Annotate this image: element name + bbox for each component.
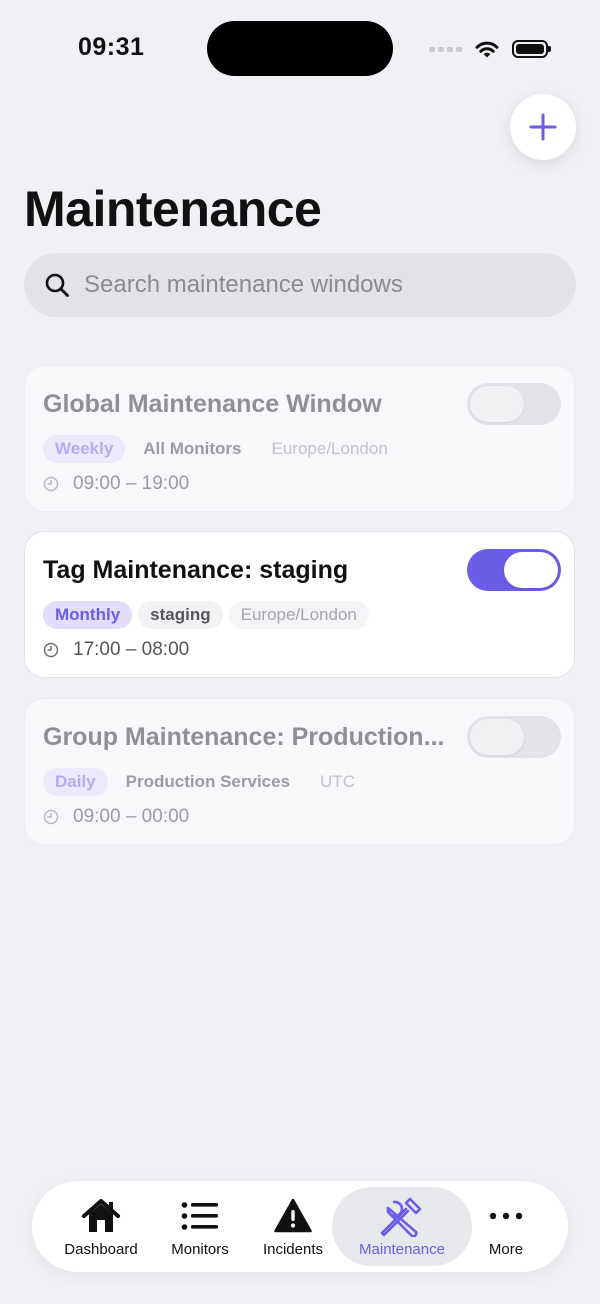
time-range: 09:00 – 19:00 [43, 473, 189, 495]
time-range-text: 09:00 – 00:00 [73, 806, 190, 827]
battery-icon [512, 40, 551, 58]
enabled-toggle[interactable] [467, 549, 561, 591]
enabled-toggle[interactable] [467, 383, 561, 425]
tag-row: Weekly All Monitors Europe/London [43, 435, 400, 463]
tab-maintenance[interactable]: Maintenance [332, 1187, 472, 1266]
maintenance-title: Group Maintenance: Production... [43, 723, 445, 751]
scope-badge: All Monitors [143, 439, 242, 458]
tab-label: Incidents [262, 1241, 324, 1258]
timezone-badge: Europe/London [228, 601, 369, 629]
search-input[interactable] [84, 271, 524, 299]
maintenance-title: Global Maintenance Window [43, 390, 382, 418]
status-icons [429, 36, 551, 62]
search-icon [44, 272, 70, 298]
list-icon [181, 1197, 219, 1235]
time-range-text: 09:00 – 19:00 [73, 473, 190, 494]
add-maintenance-button[interactable] [510, 94, 576, 160]
frequency-badge: Monthly [43, 601, 133, 629]
scope-badge: Production Services [125, 772, 291, 791]
tab-label: Maintenance [359, 1241, 445, 1258]
tab-dashboard[interactable]: Dashboard [52, 1187, 150, 1266]
enabled-toggle[interactable] [467, 716, 561, 758]
ellipsis-icon [489, 1197, 523, 1235]
tab-label: Dashboard [64, 1241, 138, 1258]
timezone-badge: Europe/London [271, 439, 388, 458]
tab-label: More [488, 1241, 524, 1258]
wifi-icon [475, 41, 499, 58]
time-range: 09:00 – 00:00 [43, 806, 189, 828]
search-bar[interactable] [24, 253, 576, 317]
dynamic-island [207, 21, 393, 76]
tab-incidents[interactable]: Incidents [250, 1187, 336, 1266]
maintenance-card[interactable]: Group Maintenance: Production... Daily P… [24, 698, 575, 845]
frequency-badge: Daily [43, 768, 108, 796]
tag-row: Monthly staging Europe/London [43, 601, 369, 629]
cellular-signal-icon [429, 46, 462, 52]
tab-bar: Dashboard Monitors Incidents Maintenance… [32, 1181, 568, 1272]
tab-label: Monitors [171, 1241, 229, 1258]
plus-icon [529, 113, 557, 141]
clock-icon [43, 476, 59, 492]
maintenance-card[interactable]: Global Maintenance Window Weekly All Mon… [24, 365, 575, 512]
timezone-badge: UTC [320, 772, 355, 791]
scope-badge: staging [138, 601, 223, 629]
tab-monitors[interactable]: Monitors [158, 1187, 242, 1266]
tab-more[interactable]: More [478, 1187, 534, 1266]
warning-icon [274, 1197, 312, 1235]
tag-row: Daily Production Services UTC [43, 768, 367, 796]
frequency-badge: Weekly [43, 435, 126, 463]
house-icon [80, 1197, 122, 1235]
clock-icon [43, 809, 59, 825]
wrench-screwdriver-icon [380, 1197, 424, 1237]
time-range-text: 17:00 – 08:00 [73, 639, 190, 660]
clock-icon [43, 642, 59, 658]
maintenance-title: Tag Maintenance: staging [43, 556, 349, 584]
status-time: 09:31 [78, 33, 145, 61]
time-range: 17:00 – 08:00 [43, 639, 189, 661]
page-title: Maintenance [24, 181, 322, 237]
maintenance-card[interactable]: Tag Maintenance: staging Monthly staging… [24, 531, 575, 678]
